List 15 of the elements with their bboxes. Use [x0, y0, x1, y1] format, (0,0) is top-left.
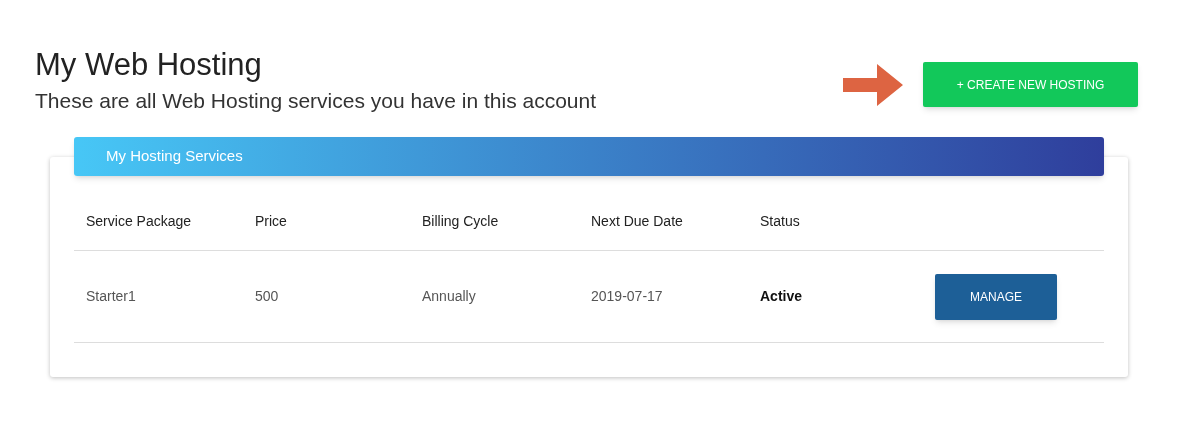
column-header: Status	[760, 211, 801, 231]
table-cell-text: Starter1	[86, 287, 137, 306]
table-cell-text: 2019-07-17	[591, 287, 664, 306]
table-cell-text: 500	[255, 287, 280, 306]
page-title: My Web Hosting	[35, 46, 263, 84]
column-header: Price	[255, 211, 288, 231]
column-header: Next Due Date	[591, 211, 684, 231]
card-title: My Hosting Services	[106, 146, 243, 167]
table-cell-text: Annually	[422, 287, 477, 306]
arrow-icon	[843, 63, 903, 106]
column-header: Service Package	[86, 211, 193, 231]
page-subtitle: These are all Web Hosting services you have in this account	[35, 88, 597, 114]
column-header: Billing Cycle	[422, 211, 500, 231]
manage-button[interactable]: MANAGE	[935, 273, 1057, 320]
table-cell-text: Active	[760, 287, 804, 306]
